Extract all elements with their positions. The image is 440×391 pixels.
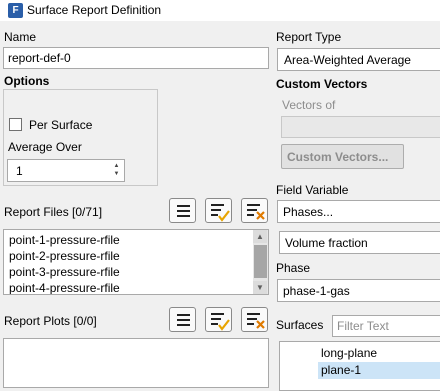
list-check-icon	[211, 313, 230, 331]
report-plots-list[interactable]	[3, 338, 269, 388]
custom-vectors-button[interactable]: Custom Vectors...	[281, 144, 404, 169]
list-clear-icon	[247, 313, 265, 329]
spinner-arrows[interactable]: ▲ ▼	[112, 162, 121, 178]
custom-vectors-button-label: Custom Vectors...	[287, 150, 389, 164]
report-files-list[interactable]: point-1-pressure-rfile point-2-pressure-…	[3, 229, 269, 295]
scroll-up-icon[interactable]: ▲	[253, 230, 267, 243]
list-item[interactable]: plane-1	[321, 363, 361, 377]
field-variable-dropdown[interactable]: Volume fraction	[279, 231, 440, 254]
per-surface-label: Per Surface	[29, 118, 93, 132]
per-surface-checkbox[interactable]	[9, 118, 22, 131]
report-type-value: Area-Weighted Average	[284, 53, 411, 67]
report-files-list-button[interactable]	[169, 198, 196, 223]
average-over-label: Average Over	[8, 140, 82, 154]
report-files-label: Report Files [0/71]	[4, 205, 103, 219]
window-title: Surface Report Definition	[27, 3, 162, 17]
list-item[interactable]: point-2-pressure-rfile	[9, 249, 120, 263]
report-type-label: Report Type	[276, 30, 342, 44]
phase-label: Phase	[276, 261, 311, 275]
name-label: Name	[4, 30, 37, 44]
phase-value: phase-1-gas	[283, 284, 350, 298]
list-item[interactable]: long-plane	[321, 346, 377, 360]
options-heading: Options	[4, 74, 50, 88]
phase-dropdown[interactable]: phase-1-gas	[277, 279, 440, 302]
list-item[interactable]: point-3-pressure-rfile	[9, 265, 120, 279]
surfaces-filter-placeholder: Filter Text	[337, 319, 389, 333]
scroll-down-icon[interactable]: ▼	[253, 281, 267, 294]
list-icon	[177, 205, 190, 217]
field-variable-category-dropdown[interactable]: Phases...	[277, 200, 440, 223]
list-clear-icon	[247, 204, 265, 220]
field-variable-value: Volume fraction	[285, 236, 368, 250]
name-input[interactable]: report-def-0	[3, 47, 269, 69]
report-files-select-all-button[interactable]	[205, 198, 232, 223]
title-bar: F Surface Report Definition	[0, 0, 440, 21]
list-check-icon	[211, 204, 230, 222]
list-item[interactable]: point-4-pressure-rfile	[9, 281, 120, 294]
report-files-deselect-all-button[interactable]	[241, 198, 268, 223]
average-over-spinner[interactable]: 1 ▲ ▼	[7, 159, 125, 182]
surfaces-filter-input[interactable]: Filter Text	[332, 315, 440, 337]
vectors-of-label: Vectors of	[282, 98, 336, 112]
app-icon: F	[8, 3, 23, 18]
list-icon	[177, 314, 190, 326]
average-over-value: 1	[16, 164, 23, 178]
report-files-scrollbar[interactable]: ▲ ▼	[253, 230, 268, 294]
report-plots-deselect-all-button[interactable]	[241, 307, 268, 332]
list-item[interactable]: point-1-pressure-rfile	[9, 233, 120, 247]
name-input-value: report-def-0	[8, 51, 71, 65]
field-variable-label: Field Variable	[276, 183, 349, 197]
spin-up-icon[interactable]: ▲	[112, 162, 121, 170]
scroll-thumb[interactable]	[254, 245, 267, 278]
surfaces-label: Surfaces	[276, 318, 324, 332]
report-plots-select-all-button[interactable]	[205, 307, 232, 332]
custom-vectors-heading: Custom Vectors	[276, 77, 368, 91]
report-plots-label: Report Plots [0/0]	[4, 314, 97, 328]
field-variable-category-value: Phases...	[283, 205, 334, 219]
vectors-of-dropdown[interactable]	[281, 116, 440, 138]
spin-down-icon[interactable]: ▼	[112, 170, 121, 178]
report-plots-list-button[interactable]	[169, 307, 196, 332]
report-type-dropdown[interactable]: Area-Weighted Average	[277, 48, 440, 71]
